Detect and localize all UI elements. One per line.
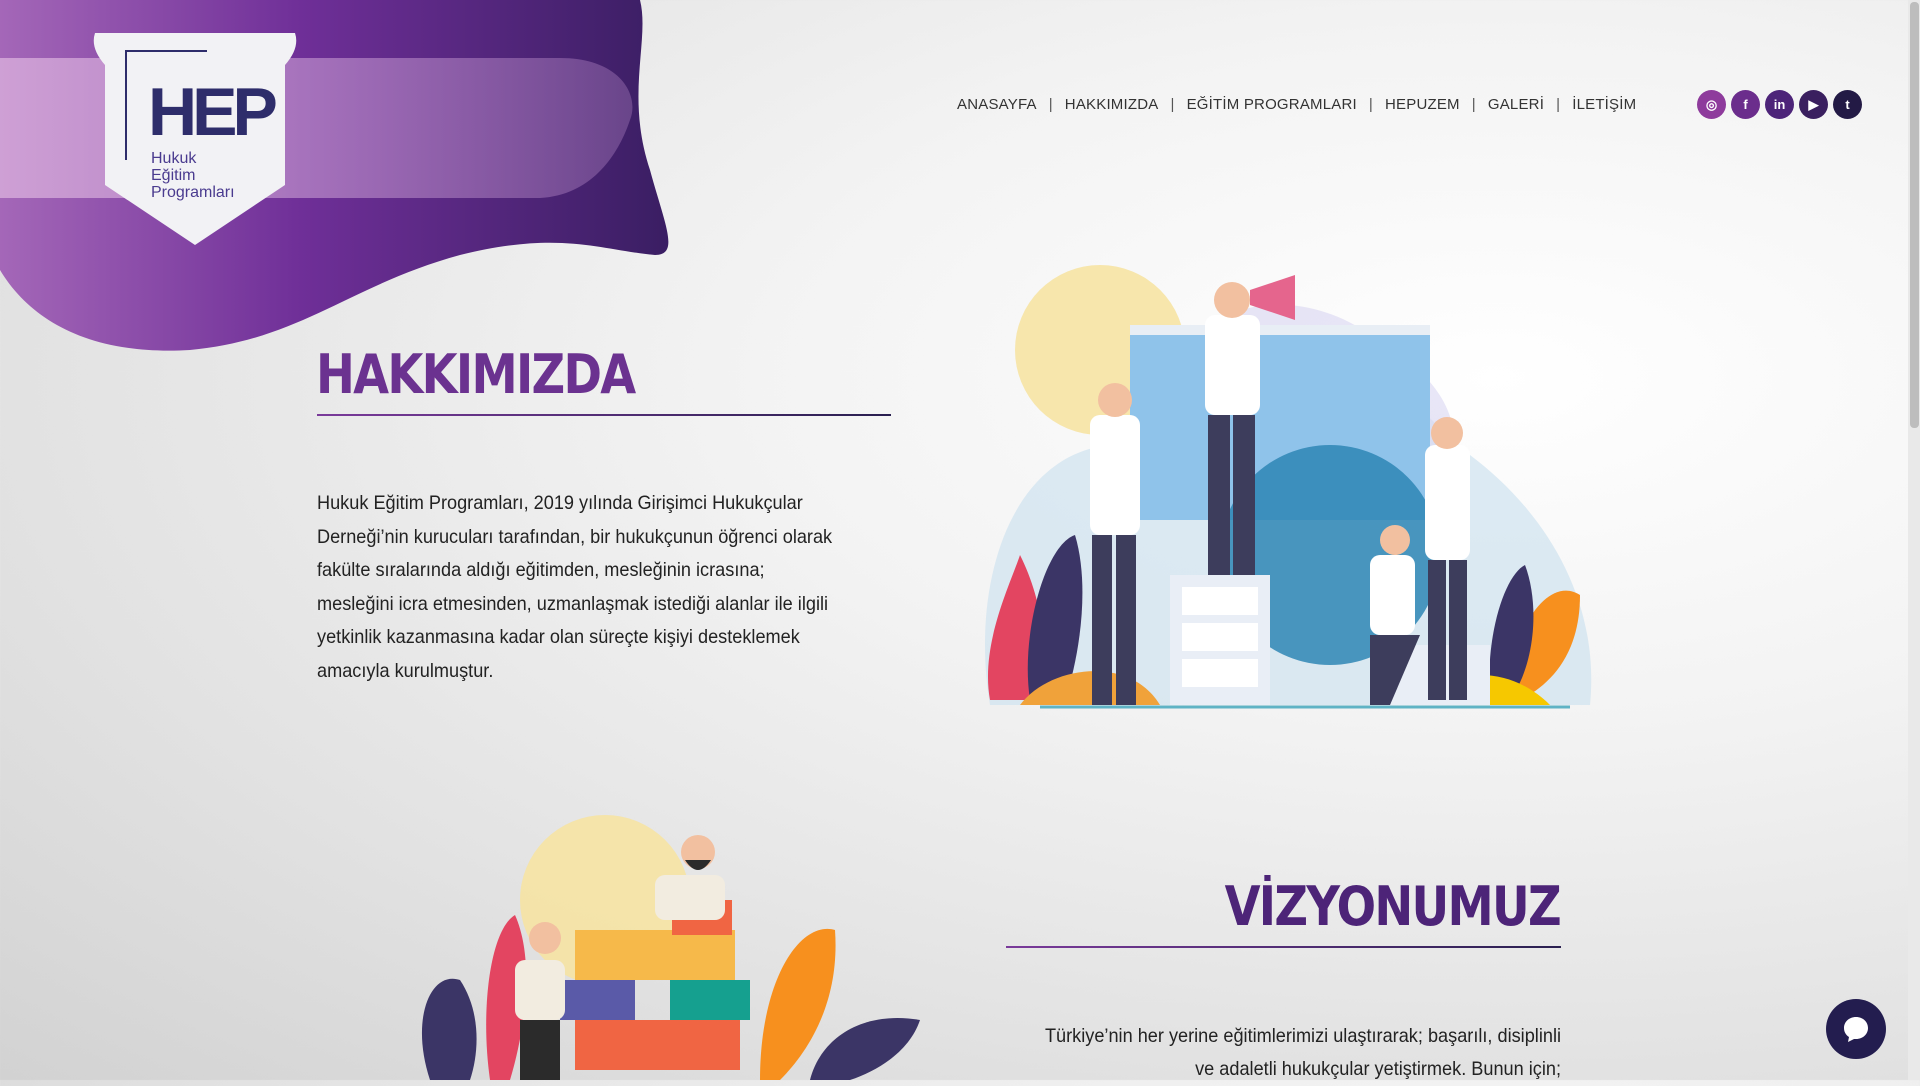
chat-widget-button[interactable] [1826, 999, 1886, 1059]
nav-item-galeri[interactable]: GALERİ [1488, 96, 1544, 113]
logo-bracket-top [125, 50, 207, 52]
logo-subtitle: Hukuk Eğitim Programları [151, 150, 235, 201]
social-links: ◎ f in ▶ t [1697, 90, 1862, 119]
nav-separator: | [1471, 96, 1476, 113]
facebook-icon[interactable]: f [1731, 90, 1760, 119]
nav-item-hakkimizda[interactable]: HAKKIMIZDA [1065, 96, 1159, 113]
vision-title-underline [1006, 946, 1561, 948]
page-scrollbar[interactable] [1908, 0, 1920, 1080]
instagram-icon[interactable]: ◎ [1697, 90, 1726, 119]
twitter-icon[interactable]: t [1833, 90, 1862, 119]
team-megaphone-illustration [985, 265, 1592, 709]
about-title-underline [317, 414, 891, 416]
vision-text: Türkiye’nin her yerine eğitimlerimizi ul… [1044, 1025, 1561, 1080]
main-nav: ANASAYFA | HAKKIMIZDA | EĞİTİM PROGRAMLA… [957, 96, 1636, 113]
nav-separator: | [1170, 96, 1175, 113]
logo-mark: HEP [148, 74, 278, 150]
linkedin-icon[interactable]: in [1765, 90, 1794, 119]
about-text: Hukuk Eğitim Programları, 2019 yılında G… [317, 492, 833, 682]
chat-bubble-icon [1844, 1017, 1868, 1042]
nav-item-egitim-programlari[interactable]: EĞİTİM PROGRAMLARI [1187, 96, 1357, 113]
site-logo[interactable]: HEP Hukuk Eğitim Programları [125, 50, 305, 210]
nav-separator: | [1048, 96, 1053, 113]
nav-item-hepuzem[interactable]: HEPUZEM [1385, 96, 1460, 113]
nav-item-anasayfa[interactable]: ANASAYFA [957, 96, 1037, 113]
nav-separator: | [1556, 96, 1561, 113]
team-blocks-illustration [421, 815, 920, 1080]
about-title: HAKKIMIZDA [316, 343, 636, 406]
nav-item-iletisim[interactable]: İLETİŞİM [1572, 96, 1636, 113]
vision-title: VİZYONUMUZ [1224, 875, 1562, 938]
youtube-icon[interactable]: ▶ [1799, 90, 1828, 119]
logo-bracket-left [125, 50, 127, 160]
nav-separator: | [1368, 96, 1373, 113]
scrollbar-thumb[interactable] [1910, 2, 1919, 428]
